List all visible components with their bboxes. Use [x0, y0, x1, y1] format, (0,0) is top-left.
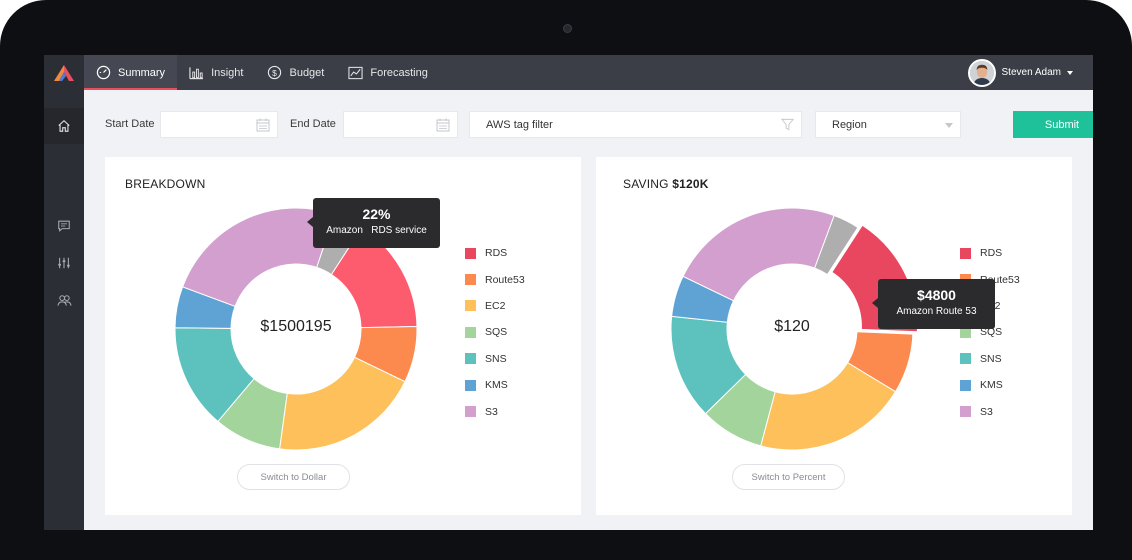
legend-item-rds[interactable]: RDS [465, 240, 525, 266]
top-navbar: Summary Insight $ Budget Forecasting Ste… [44, 55, 1093, 90]
avatar-portrait-icon [969, 60, 994, 85]
tab-forecasting[interactable]: Forecasting [336, 55, 439, 90]
breakdown-tooltip-label: Amazon RDS service [326, 225, 427, 236]
breakdown-card: BREAKDOWN $1500195 RDS Route53 EC2 SQS SNS KM… [105, 157, 581, 515]
calendar-icon [256, 118, 270, 132]
saving-card: SAVING $120K $120 RDSRoute53EC2SQSSNSKMS… [596, 157, 1072, 515]
trend-chart-icon [348, 66, 363, 79]
app-logo-icon [54, 65, 74, 81]
legend-swatch [465, 300, 476, 312]
legend-item-sqs[interactable]: SQS [465, 319, 525, 345]
home-icon [58, 119, 70, 132]
breakdown-legend: RDS Route53 EC2 SQS SNS KMS S3 [465, 240, 525, 425]
user-menu[interactable]: Steven Adam [967, 58, 1073, 87]
sidebar-item-messages[interactable] [44, 208, 84, 244]
legend-swatch [960, 406, 971, 418]
saving-legend: RDSRoute53EC2SQSSNSKMSS3 [960, 240, 1020, 425]
legend-swatch [960, 247, 971, 259]
gauge-icon [96, 65, 111, 80]
user-name: Steven Adam [1001, 67, 1061, 78]
legend-label: SNS [485, 352, 507, 365]
legend-swatch [465, 353, 476, 365]
start-date-field[interactable] [160, 111, 278, 138]
legend-swatch [465, 379, 476, 391]
tab-insight-label: Insight [211, 66, 244, 79]
tab-summary-label: Summary [118, 66, 166, 79]
saving-tooltip: $4800 Amazon Route 53 [872, 279, 995, 329]
legend-item-s3[interactable]: S3 [465, 398, 525, 424]
svg-text:$: $ [273, 68, 278, 78]
chat-icon [58, 220, 70, 232]
legend-item-route53[interactable]: Route53 [465, 266, 525, 292]
aws-tag-filter-text: AWS tag filter [486, 118, 553, 131]
start-date-label: Start Date [105, 118, 155, 130]
submit-button[interactable]: Submit [1013, 111, 1093, 138]
users-icon [56, 295, 72, 306]
legend-label: EC2 [485, 299, 506, 312]
legend-item-kms[interactable]: KMS [465, 372, 525, 398]
dollar-circle-icon: $ [268, 65, 282, 80]
legend-swatch [960, 379, 971, 391]
tab-summary[interactable]: Summary [84, 55, 178, 90]
calendar-icon [436, 118, 450, 132]
filter-icon [781, 118, 794, 131]
sidebar-item-home[interactable] [44, 108, 84, 144]
legend-label: SNS [980, 352, 1002, 365]
filter-bar: Start Date End Date AWS tag filter Regio… [84, 90, 1093, 157]
legend-item-kms[interactable]: KMS [960, 372, 1020, 398]
chevron-down-icon [945, 123, 953, 128]
switch-to-percent-button[interactable]: Switch to Percent [732, 464, 845, 490]
breakdown-center-value: $1500195 [260, 318, 332, 335]
sidebar-item-settings[interactable] [44, 245, 84, 281]
legend-label: KMS [485, 379, 508, 392]
sidebar [44, 90, 84, 530]
bar-chart-icon [189, 66, 204, 79]
legend-item-s3[interactable]: S3 [960, 398, 1020, 424]
avatar [967, 58, 996, 87]
camera-dot [563, 24, 572, 33]
legend-item-sns[interactable]: SNS [960, 346, 1020, 372]
aws-tag-filter-field[interactable]: AWS tag filter [469, 111, 802, 138]
logo-cell[interactable] [44, 55, 84, 90]
saving-tooltip-value: $4800 [917, 287, 956, 303]
tooltip-arrow [307, 217, 313, 227]
app-screen: Summary Insight $ Budget Forecasting Ste… [44, 55, 1093, 530]
tab-forecasting-label: Forecasting [370, 66, 428, 79]
end-date-field[interactable] [343, 111, 458, 138]
sidebar-item-users[interactable] [44, 282, 84, 318]
saving-center-value: $120 [774, 318, 810, 335]
chevron-down-icon [1067, 70, 1073, 75]
legend-item-ec2[interactable]: EC2 [465, 293, 525, 319]
legend-label: SQS [485, 326, 508, 339]
legend-item-sns[interactable]: SNS [465, 346, 525, 372]
legend-swatch [465, 274, 476, 286]
switch-to-dollar-button[interactable]: Switch to Dollar [237, 464, 350, 490]
tab-budget-label: Budget [289, 66, 325, 79]
legend-label: S3 [485, 405, 498, 418]
saving-tooltip-label: Amazon Route 53 [896, 306, 977, 317]
legend-swatch [465, 247, 476, 259]
breakdown-tooltip: 22% Amazon RDS service [307, 198, 440, 248]
legend-label: S3 [980, 405, 993, 418]
tab-insight[interactable]: Insight [177, 55, 255, 90]
laptop-bezel: Summary Insight $ Budget Forecasting Ste… [0, 0, 1132, 560]
tooltip-arrow [872, 298, 878, 308]
region-select[interactable]: Region [815, 111, 961, 138]
legend-label: RDS [485, 247, 508, 260]
legend-swatch [960, 353, 971, 365]
legend-item-rds[interactable]: RDS [960, 240, 1020, 266]
legend-swatch [465, 406, 476, 418]
sliders-icon [58, 257, 70, 269]
legend-label: KMS [980, 379, 1003, 392]
region-select-value: Region [832, 118, 867, 131]
legend-label: RDS [980, 247, 1003, 260]
breakdown-tooltip-value: 22% [362, 206, 391, 222]
main-tabs: Summary Insight $ Budget Forecasting [84, 55, 440, 90]
legend-label: Route53 [485, 273, 525, 286]
legend-swatch [465, 326, 476, 338]
end-date-label: End Date [290, 118, 336, 130]
donut-slice-s3[interactable] [682, 207, 835, 302]
tab-budget[interactable]: $ Budget [255, 55, 336, 90]
